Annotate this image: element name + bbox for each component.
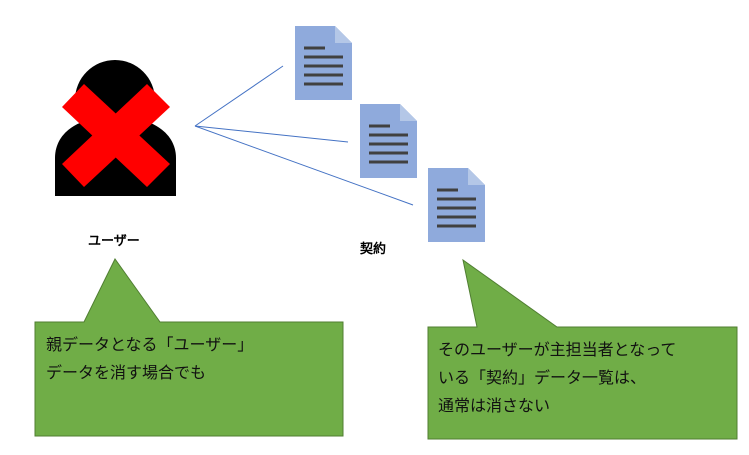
callout-left-text: 親データとなる「ユーザー」 データを消す場合でも (46, 331, 253, 387)
callout-right-line-3: 通常は消さない (438, 396, 551, 415)
user-icon (55, 60, 176, 196)
document-icon (428, 168, 485, 242)
callout-left-line-1: 親データとなる「ユーザー」 (46, 335, 254, 354)
callout-left-line-2: データを消す場合でも (46, 363, 207, 382)
connector-line-1 (194, 65, 284, 127)
user-label: ユーザー (88, 234, 140, 249)
callout-right-line-2: いる「契約」データ一覧は、 (438, 368, 647, 387)
callout-right-text: そのユーザーが主担当者となって いる「契約」データ一覧は、 通常は消さない (438, 336, 676, 420)
document-icon (360, 104, 417, 178)
contract-label: 契約 (360, 242, 387, 257)
document-icon (295, 26, 352, 100)
callout-right-line-1: そのユーザーが主担当者となって (438, 340, 677, 359)
